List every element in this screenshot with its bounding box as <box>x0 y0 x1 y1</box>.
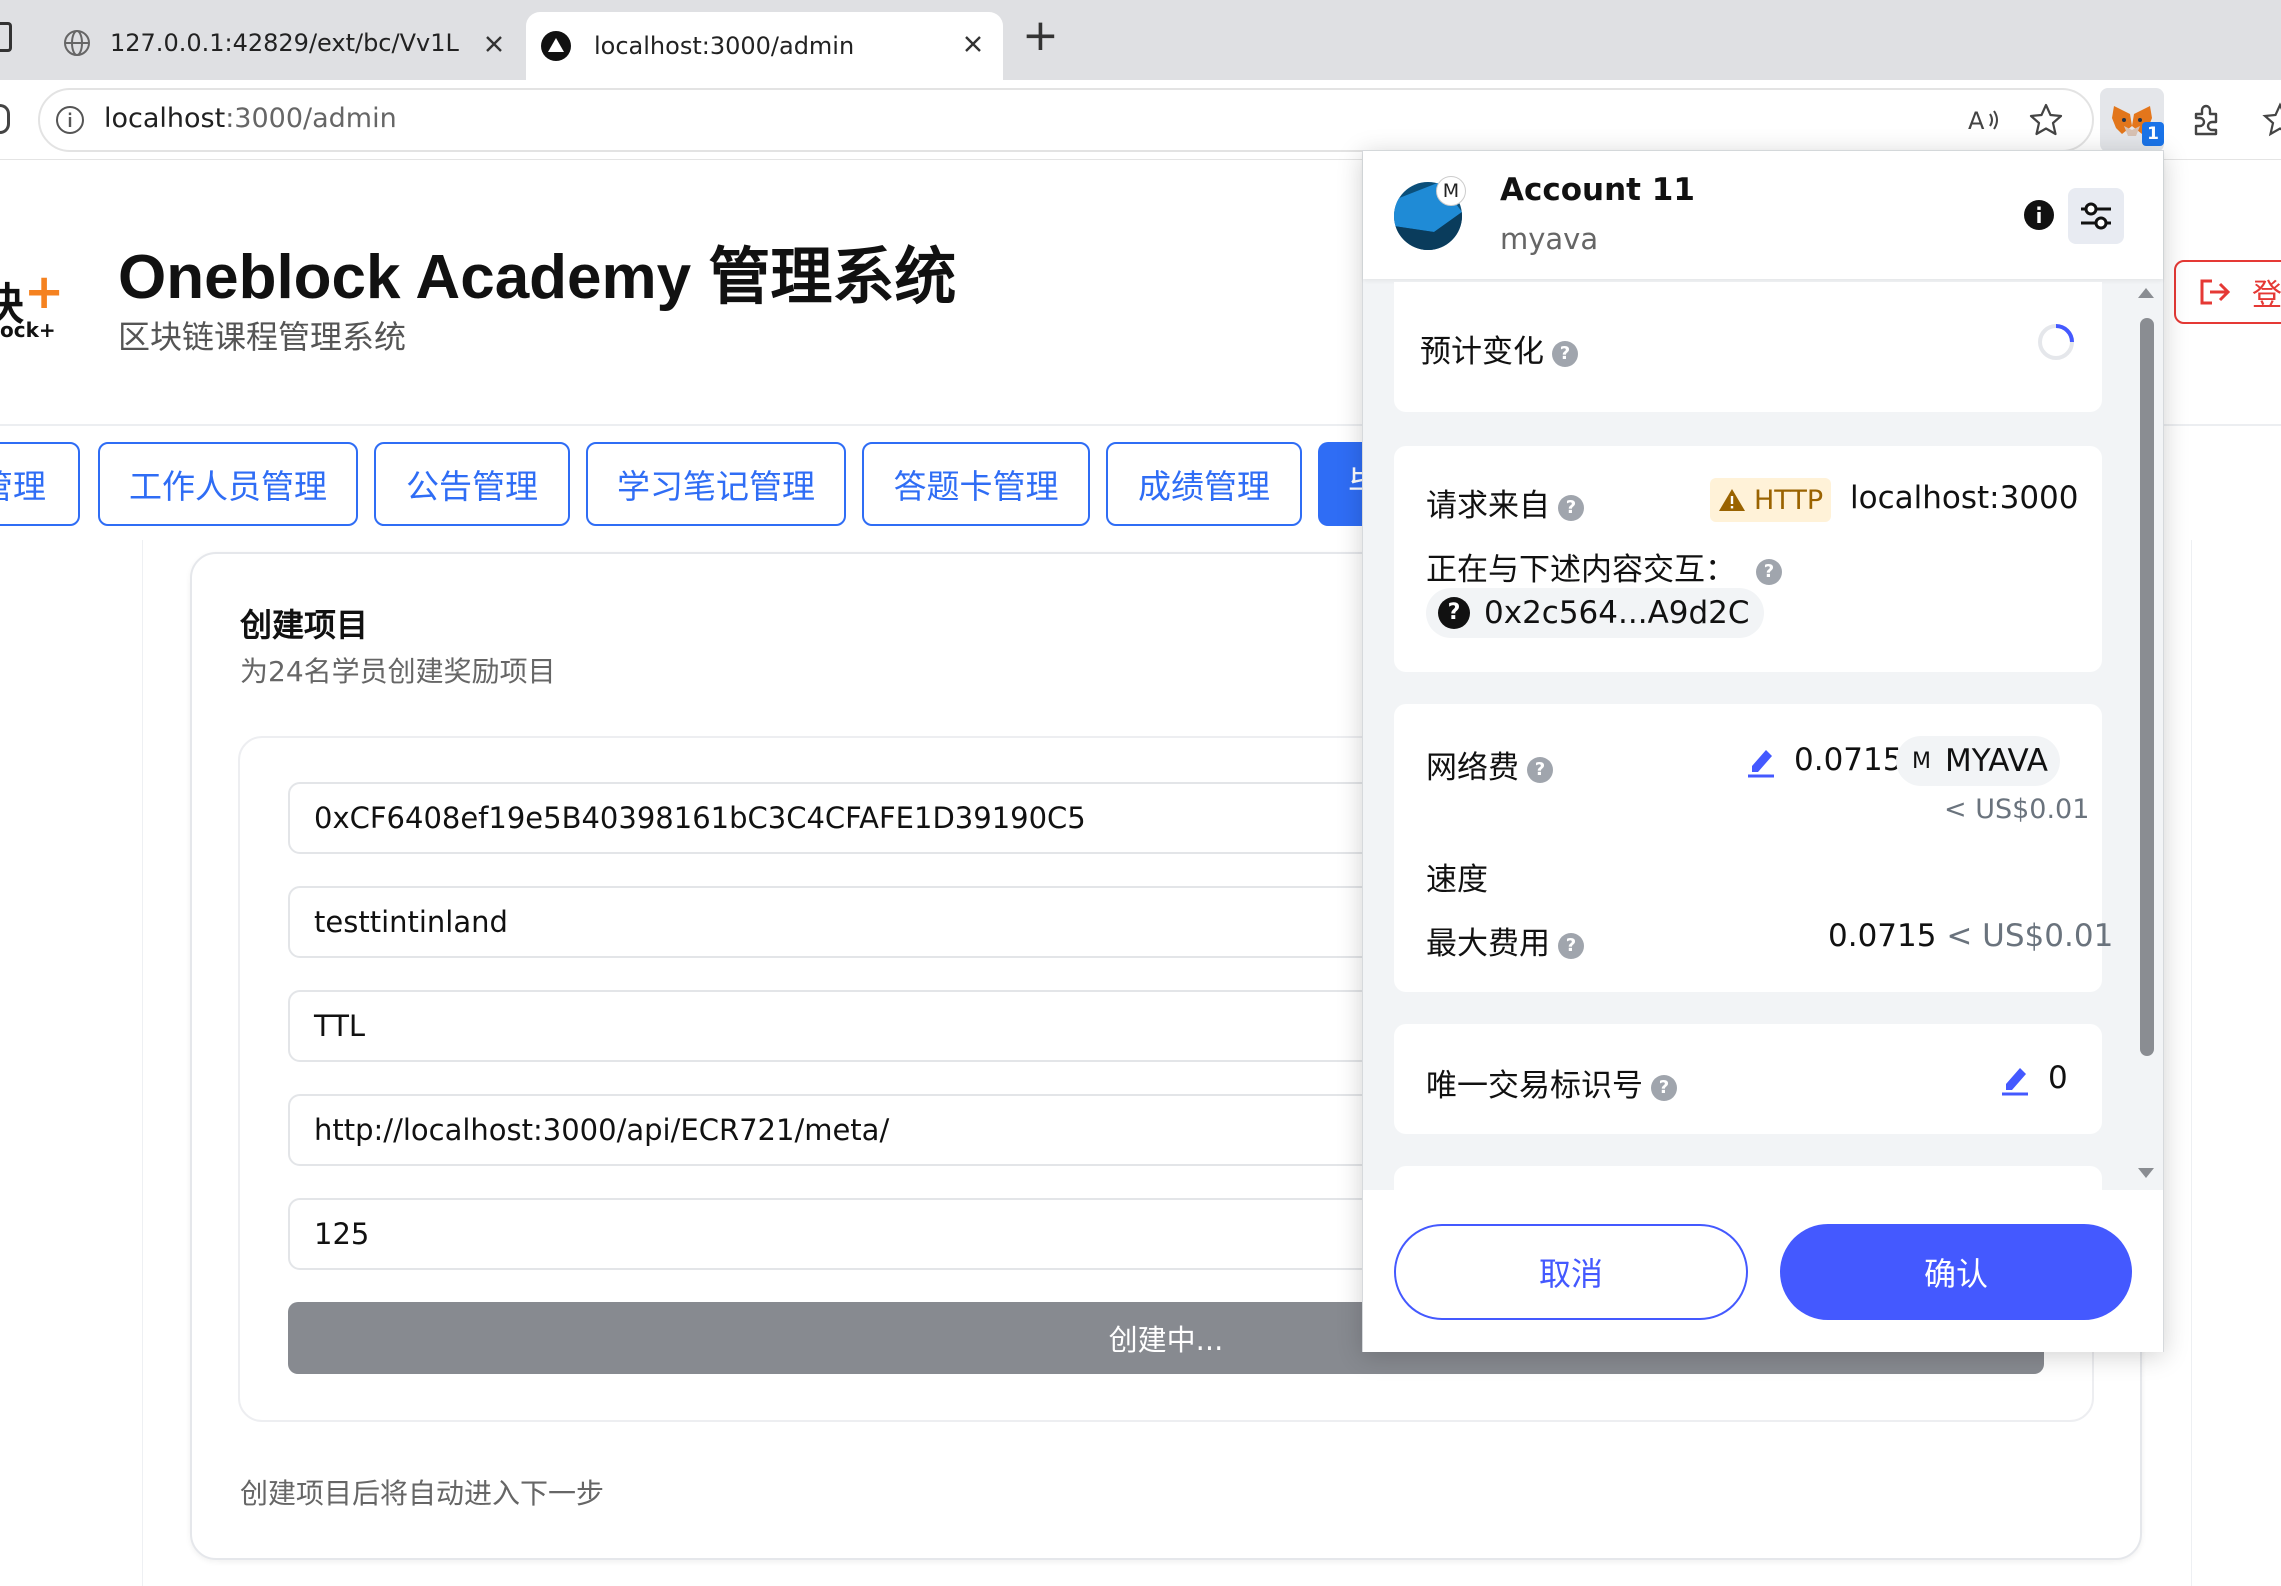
estimated-changes-row: 预计变化? <box>1420 326 1578 371</box>
window-menu-icon[interactable] <box>0 22 12 52</box>
network-fee-value: 0.0715 <box>1794 742 1903 778</box>
cancel-button[interactable]: 取消 <box>1394 1224 1748 1320</box>
page-subtitle: 区块链课程管理系统 <box>118 318 407 356</box>
nav-item-answer-card-management[interactable]: 答题卡管理 <box>862 442 1090 526</box>
extension-badge: 1 <box>2142 122 2164 146</box>
network-avatar: M <box>1436 176 1466 206</box>
header-divider-right <box>2166 424 2281 426</box>
warning-icon <box>1718 487 1746 513</box>
scroll-up-icon[interactable] <box>2138 288 2154 298</box>
create-hint-text: 创建项目后将自动进入下一步 <box>240 1477 605 1510</box>
info-icon[interactable] <box>2022 198 2056 232</box>
unknown-contract-icon: ? <box>1438 597 1470 629</box>
help-icon[interactable]: ? <box>1558 494 1584 521</box>
logo-subtext: ock+ <box>0 318 56 342</box>
site-info-icon[interactable] <box>54 104 86 136</box>
network-fee-fiat: < US$0.01 <box>1944 794 2090 825</box>
tab-localhost-admin[interactable]: localhost:3000/admin <box>526 12 1003 80</box>
favorites-icon[interactable] <box>2262 102 2281 138</box>
request-origin: localhost:3000 <box>1850 480 2079 516</box>
url-host: localhost <box>104 103 226 134</box>
nonce-row: 唯一交易标识号? <box>1426 1060 1677 1105</box>
speed-label: 速度 <box>1426 862 1488 898</box>
scrollbar-thumb[interactable] <box>2140 318 2154 1056</box>
read-aloud-icon[interactable]: A <box>1966 102 2002 138</box>
close-icon[interactable] <box>480 30 508 58</box>
close-icon[interactable] <box>959 30 987 58</box>
logo-plus: + <box>24 264 65 320</box>
token-pill: M MYAVA <box>1896 736 2060 786</box>
interacting-with-label: 正在与下述内容交互： <box>1426 552 1736 588</box>
nav-item-staff-management[interactable]: 工作人员管理 <box>98 442 358 526</box>
card-title: 创建项目 <box>240 606 369 644</box>
token-symbol: MYAVA <box>1944 743 2048 779</box>
card-subtitle: 为24名学员创建奖励项目 <box>240 655 556 688</box>
interacting-with-row: 正在与下述内容交互：? <box>1426 544 1782 589</box>
max-fee-value: 0.0715 <box>1828 918 1937 954</box>
logout-button[interactable]: 登 <box>2174 260 2281 324</box>
token-icon: M <box>1912 748 1931 774</box>
url-text[interactable]: localhost:3000/admin <box>104 103 397 134</box>
nav-item-grades-management[interactable]: 成绩管理 <box>1106 442 1302 526</box>
network-fee-label: 网络费 <box>1426 750 1519 786</box>
nonce-label: 唯一交易标识号 <box>1426 1068 1643 1104</box>
help-icon[interactable]: ? <box>1558 932 1584 959</box>
contract-address-pill[interactable]: ? 0x2c564...A9d2C <box>1426 588 1764 638</box>
new-tab-button[interactable]: + <box>1022 10 1059 61</box>
loading-spinner-icon <box>2036 322 2076 362</box>
svg-text:A: A <box>1968 107 1985 135</box>
help-icon[interactable]: ? <box>1527 756 1553 783</box>
tab-node-explorer[interactable]: 127.0.0.1:42829/ext/bc/Vv1L2e7Pc <box>44 12 524 74</box>
max-fee-value-row: 0.0715 < US$0.01 <box>1828 918 2113 954</box>
help-icon[interactable]: ? <box>1756 558 1782 585</box>
nav-item-notes-management[interactable]: 学习笔记管理 <box>586 442 846 526</box>
logout-icon <box>2198 277 2232 307</box>
nonce-value: 0 <box>2048 1060 2068 1096</box>
url-path: :3000/admin <box>225 103 397 134</box>
metamask-icon[interactable]: 1 <box>2100 88 2164 152</box>
request-from-label: 请求来自 <box>1426 488 1550 524</box>
extensions-icon[interactable] <box>2188 102 2224 138</box>
request-from-row: 请求来自? <box>1426 480 1584 525</box>
network-name: myava <box>1500 222 1599 256</box>
nav-item-announcement-management[interactable]: 公告管理 <box>374 442 570 526</box>
tab-title: localhost:3000/admin <box>594 32 855 60</box>
confirm-button[interactable]: 确认 <box>1780 1224 2132 1320</box>
star-icon[interactable] <box>2028 102 2064 138</box>
network-fee-row: 网络费? <box>1426 742 1553 787</box>
account-name[interactable]: Account 11 <box>1500 172 1695 208</box>
scroll-down-icon[interactable] <box>2138 1168 2154 1178</box>
page-title: Oneblock Academy 管理系统 <box>118 243 957 312</box>
nav-item-course-management[interactable]: 管理 <box>0 442 80 526</box>
advanced-settings-button[interactable] <box>2068 188 2124 244</box>
protocol-label: HTTP <box>1754 484 1824 516</box>
help-icon[interactable]: ? <box>1651 1074 1677 1101</box>
sliders-icon <box>2079 201 2113 231</box>
max-fee-row: 最大费用? <box>1426 918 1584 963</box>
globe-icon <box>62 28 92 58</box>
edit-nonce-icon[interactable] <box>2000 1062 2030 1096</box>
http-warning-badge: HTTP <box>1710 478 1832 522</box>
max-fee-label: 最大费用 <box>1426 926 1550 962</box>
max-fee-fiat: < US$0.01 <box>1946 918 2114 954</box>
logout-label: 登 <box>2252 278 2281 313</box>
estimated-changes-label: 预计变化 <box>1420 334 1544 370</box>
nextjs-favicon-icon <box>540 30 572 62</box>
edit-gas-icon[interactable] <box>1746 744 1776 778</box>
contract-address: 0x2c564...A9d2C <box>1484 595 1750 631</box>
help-icon[interactable]: ? <box>1552 340 1578 367</box>
tab-title: 127.0.0.1:42829/ext/bc/Vv1L2e7Pc <box>110 29 460 57</box>
